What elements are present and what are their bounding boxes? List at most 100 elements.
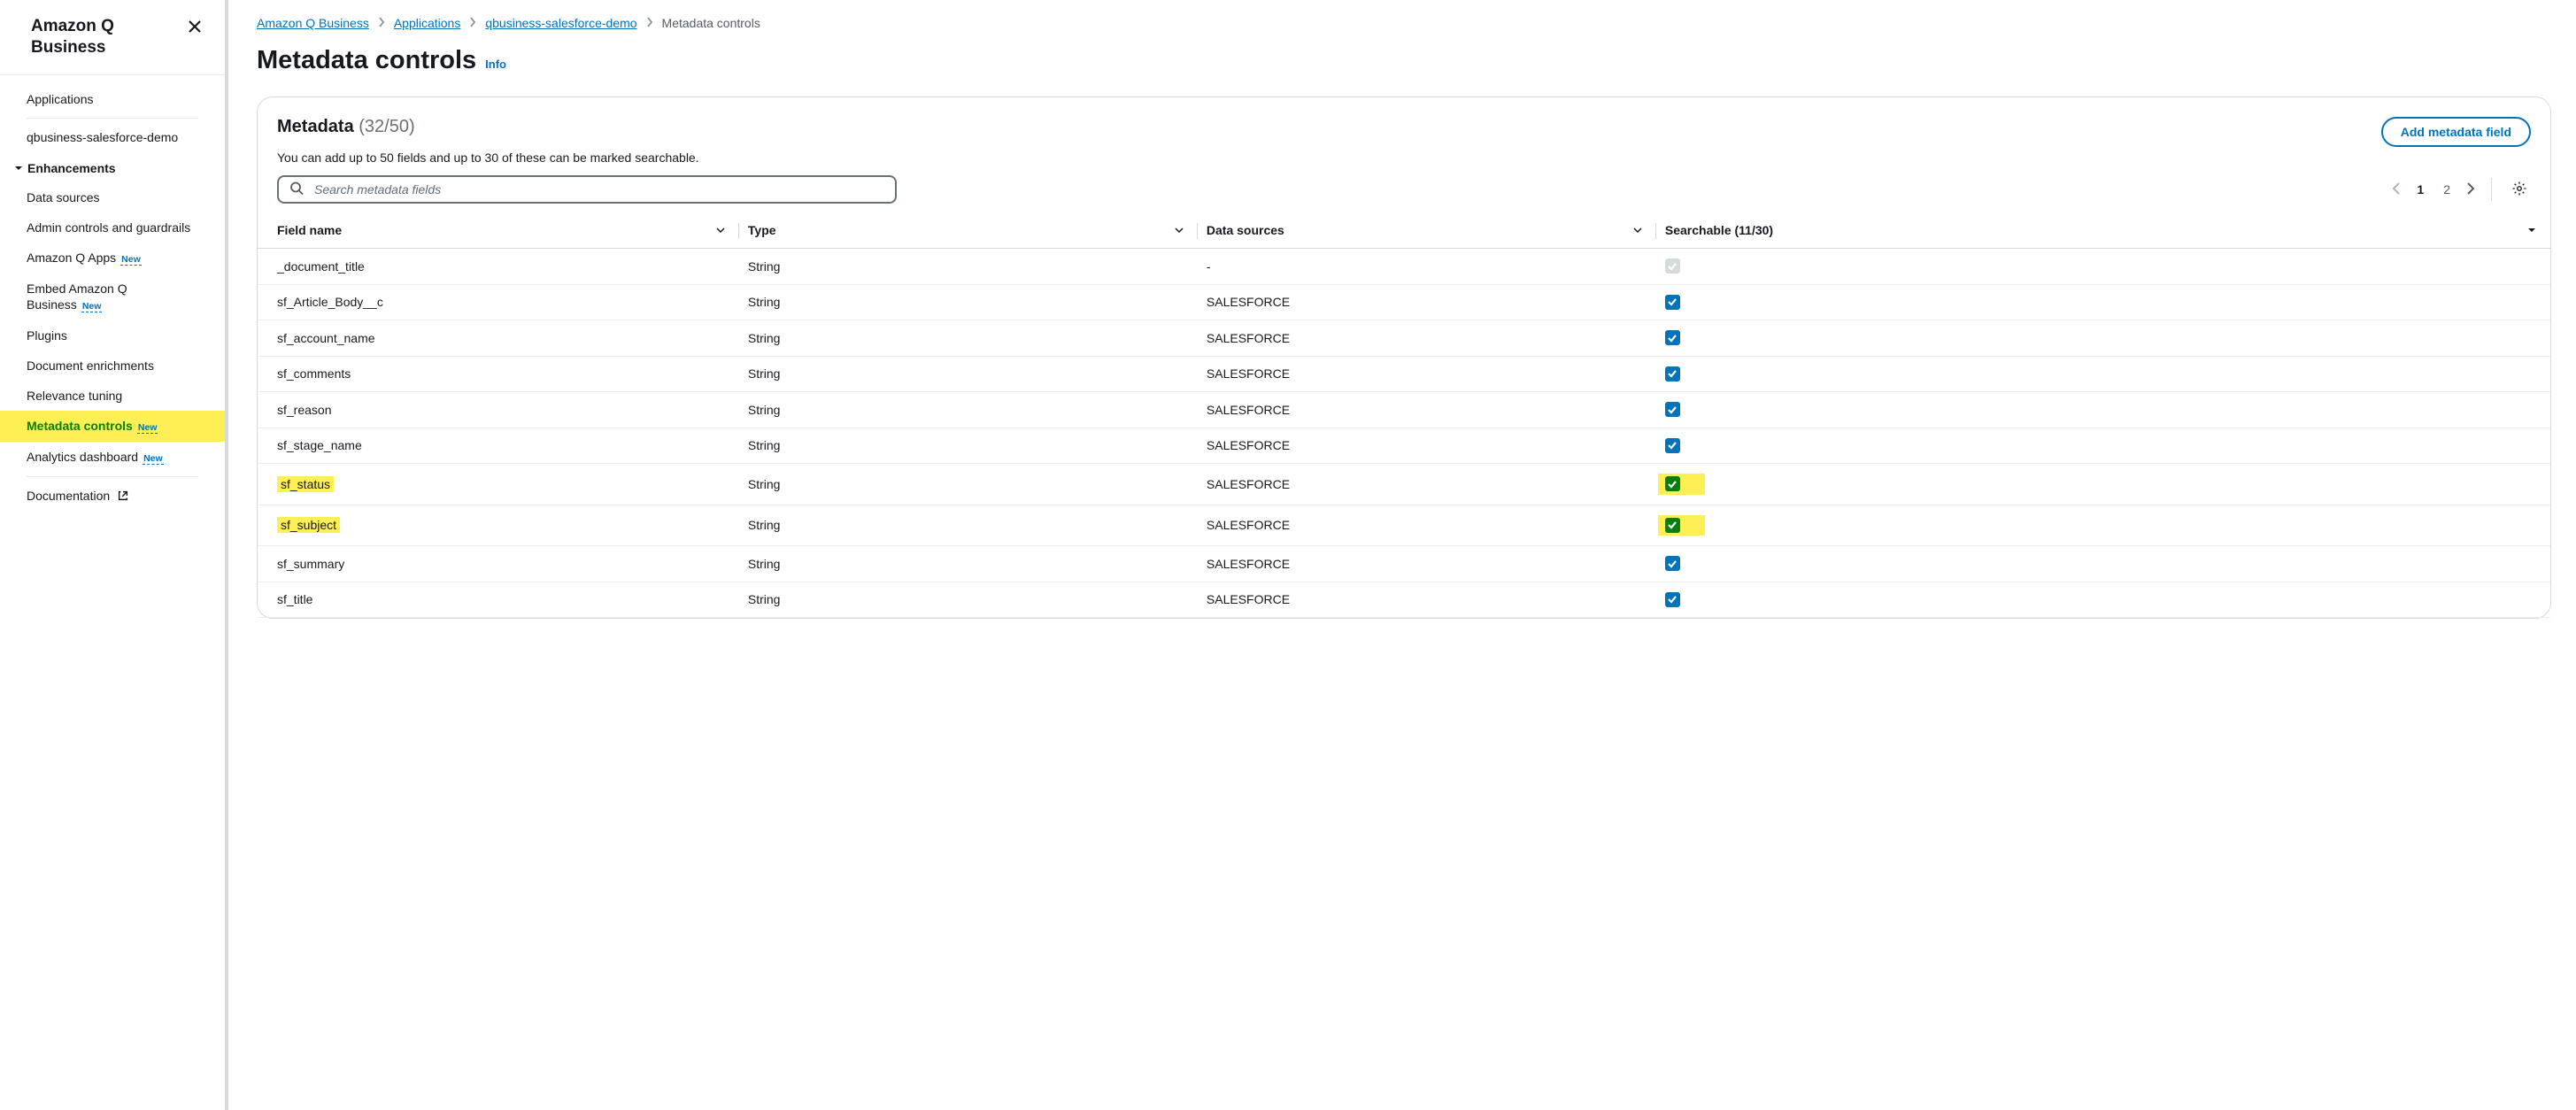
searchable-checkbox[interactable]	[1665, 438, 1680, 453]
breadcrumb-link[interactable]: Amazon Q Business	[257, 16, 369, 30]
sidebar-item[interactable]: Analytics dashboardNew	[0, 442, 225, 473]
sidebar-section-enhancements[interactable]: Enhancements	[0, 152, 225, 182]
col-field-name[interactable]: Field name	[258, 214, 739, 249]
info-link[interactable]: Info	[485, 58, 506, 71]
cell-data-source: SALESFORCE	[1198, 546, 1656, 582]
cell-data-source: SALESFORCE	[1198, 392, 1656, 428]
sidebar-item-app-instance[interactable]: qbusiness-salesforce-demo	[0, 122, 225, 152]
cell-data-source: SALESFORCE	[1198, 428, 1656, 464]
cell-type: String	[739, 392, 1198, 428]
page-number[interactable]: 1	[2413, 181, 2427, 198]
table-row: sf_statusStringSALESFORCE	[258, 464, 2550, 505]
cell-searchable	[1656, 320, 2550, 357]
sidebar-item[interactable]: Embed Amazon Q BusinessNew	[0, 274, 225, 320]
sidebar-title: Amazon Q Business	[31, 16, 186, 58]
new-badge: New	[81, 301, 103, 312]
cell-field-name: sf_title	[258, 582, 739, 618]
cell-field-name: sf_reason	[258, 392, 739, 428]
page-prev-button[interactable]	[2392, 182, 2401, 197]
chevron-right-icon	[646, 16, 653, 30]
sidebar-item[interactable]: Metadata controlsNew	[0, 411, 225, 442]
breadcrumb-link[interactable]: qbusiness-salesforce-demo	[485, 16, 636, 30]
searchable-checkbox[interactable]	[1665, 402, 1680, 417]
cell-data-source: SALESFORCE	[1198, 284, 1656, 320]
table-row: sf_subjectStringSALESFORCE	[258, 505, 2550, 546]
cell-type: String	[739, 464, 1198, 505]
cell-type: String	[739, 428, 1198, 464]
searchable-checkbox[interactable]	[1665, 258, 1680, 274]
cell-type: String	[739, 320, 1198, 357]
cell-searchable	[1656, 284, 2550, 320]
searchable-checkbox[interactable]	[1665, 592, 1680, 607]
external-link-icon	[117, 489, 129, 502]
cell-type: String	[739, 546, 1198, 582]
searchable-checkbox[interactable]	[1665, 330, 1680, 345]
cell-searchable	[1656, 546, 2550, 582]
sidebar-item[interactable]: Admin controls and guardrails	[0, 212, 225, 243]
metadata-table: Field name Type Data sources Search	[258, 214, 2550, 618]
page-number[interactable]: 2	[2440, 181, 2454, 198]
cell-field-name: sf_stage_name	[258, 428, 739, 464]
sidebar-item[interactable]: Relevance tuning	[0, 381, 225, 411]
col-searchable[interactable]: Searchable (11/30)	[1656, 214, 2550, 249]
sidebar: Amazon Q Business Applications qbusiness…	[0, 0, 226, 1110]
cell-type: String	[739, 249, 1198, 285]
cell-data-source: SALESFORCE	[1198, 356, 1656, 392]
cell-type: String	[739, 582, 1198, 618]
new-badge: New	[137, 422, 158, 434]
table-row: sf_reasonStringSALESFORCE	[258, 392, 2550, 428]
sidebar-item[interactable]: Plugins	[0, 320, 225, 351]
cell-field-name: _document_title	[258, 249, 739, 285]
page-next-button[interactable]	[2466, 182, 2475, 197]
cell-type: String	[739, 505, 1198, 546]
search-input[interactable]	[277, 175, 897, 204]
cell-searchable	[1656, 249, 2550, 285]
table-row: _document_titleString-	[258, 249, 2550, 285]
table-row: sf_Article_Body__cStringSALESFORCE	[258, 284, 2550, 320]
close-icon[interactable]	[186, 16, 204, 39]
searchable-checkbox[interactable]	[1665, 295, 1680, 310]
searchable-checkbox[interactable]	[1665, 476, 1680, 491]
sidebar-item[interactable]: Data sources	[0, 182, 225, 212]
cell-field-name: sf_account_name	[258, 320, 739, 357]
breadcrumb-link[interactable]: Applications	[394, 16, 461, 30]
chevron-right-icon	[469, 16, 476, 30]
col-data-sources[interactable]: Data sources	[1198, 214, 1656, 249]
sidebar-item[interactable]: Document enrichments	[0, 351, 225, 381]
cell-data-source: SALESFORCE	[1198, 582, 1656, 618]
sidebar-item-applications[interactable]: Applications	[0, 84, 225, 114]
cell-data-source: -	[1198, 249, 1656, 285]
sort-icon	[1175, 223, 1184, 237]
searchable-checkbox[interactable]	[1665, 366, 1680, 382]
cell-field-name: sf_Article_Body__c	[258, 284, 739, 320]
cell-data-source: SALESFORCE	[1198, 464, 1656, 505]
cell-searchable	[1656, 582, 2550, 618]
cell-type: String	[739, 356, 1198, 392]
new-badge: New	[120, 254, 142, 266]
table-row: sf_account_nameStringSALESFORCE	[258, 320, 2550, 357]
searchable-checkbox[interactable]	[1665, 518, 1680, 533]
pagination: 1 2	[2392, 181, 2475, 198]
sort-icon	[1633, 223, 1642, 237]
cell-searchable	[1656, 392, 2550, 428]
searchable-checkbox[interactable]	[1665, 556, 1680, 571]
cell-field-name: sf_summary	[258, 546, 739, 582]
metadata-panel: Metadata (32/50) Add metadata field You …	[257, 96, 2551, 619]
gear-icon[interactable]	[2508, 177, 2531, 203]
panel-subtitle: You can add up to 50 fields and up to 30…	[258, 150, 2550, 165]
sidebar-item-documentation[interactable]: Documentation	[0, 481, 225, 511]
cell-data-source: SALESFORCE	[1198, 320, 1656, 357]
add-metadata-field-button[interactable]: Add metadata field	[2381, 117, 2531, 147]
breadcrumb-current: Metadata controls	[662, 16, 760, 30]
caret-down-icon	[14, 164, 23, 173]
cell-data-source: SALESFORCE	[1198, 505, 1656, 546]
cell-searchable	[1656, 356, 2550, 392]
col-type[interactable]: Type	[739, 214, 1198, 249]
cell-field-name: sf_subject	[258, 505, 739, 546]
cell-searchable	[1656, 505, 2550, 546]
sort-icon	[716, 223, 725, 237]
cell-field-name: sf_status	[258, 464, 739, 505]
sidebar-item[interactable]: Amazon Q AppsNew	[0, 243, 225, 274]
cell-searchable	[1656, 428, 2550, 464]
breadcrumb: Amazon Q Business Applications qbusiness…	[257, 12, 2551, 46]
